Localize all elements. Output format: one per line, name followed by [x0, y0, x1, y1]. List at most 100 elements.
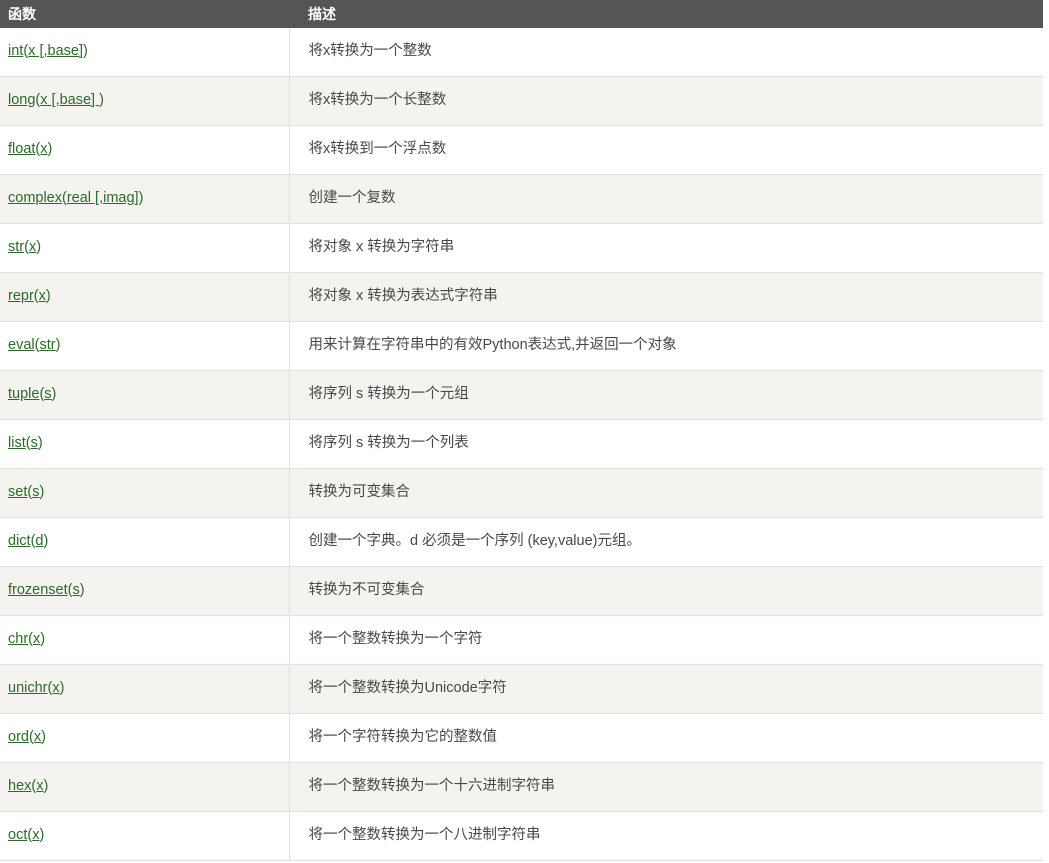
table-row: tuple(s) 将序列 s 转换为一个元组	[0, 370, 1043, 420]
function-cell: set(s)	[0, 468, 289, 518]
table-header-row: 函数 描述	[0, 0, 1043, 28]
function-cell: tuple(s)	[0, 370, 289, 420]
table-row: str(x) 将对象 x 转换为字符串	[0, 223, 1043, 273]
description-cell: 将一个整数转换为一个字符	[288, 615, 1043, 665]
function-token-underlined: x [,base]	[40, 92, 100, 109]
table-row: int(x [,base]) 将x转换为一个整数	[0, 28, 1043, 77]
column-header-description: 描述	[289, 0, 1043, 28]
description-cell: 将一个字符转换为它的整数值	[288, 713, 1043, 763]
table-header: 函数 描述	[0, 0, 1043, 28]
function-token-plain: )	[55, 337, 61, 354]
function-link[interactable]: long(x [,base] )	[8, 92, 104, 108]
description-cell: 将一个整数转换为一个十六进制字符串	[288, 762, 1043, 812]
function-cell: chr(x)	[0, 615, 289, 665]
function-link[interactable]: eval(str)	[8, 337, 60, 353]
function-token-plain: )	[99, 92, 104, 109]
function-cell: long(x [,base] )	[0, 76, 289, 126]
description-cell: 将序列 s 转换为一个列表	[288, 419, 1043, 469]
function-cell: hex(x)	[0, 762, 289, 812]
function-token-underlined: oct	[8, 827, 28, 844]
function-reference-table-container: 函数 描述 int(x [,base]) 将x转换为一个整数 long(x [,ba…	[0, 0, 1043, 861]
function-cell: int(x [,base])	[0, 28, 289, 77]
function-token-underlined: hex	[8, 778, 32, 795]
function-cell: ord(x)	[0, 713, 289, 763]
function-token-plain: )	[59, 680, 65, 697]
function-token-underlined: real [,imag]	[66, 190, 139, 207]
table-row: oct(x) 将一个整数转换为一个八进制字符串	[0, 811, 1043, 861]
function-link[interactable]: complex(real [,imag])	[8, 190, 143, 206]
table-row: dict(d) 创建一个字典。d 必须是一个序列 (key,value)元组。	[0, 517, 1043, 567]
function-token-underlined: int	[8, 43, 24, 60]
description-cell: 将x转换到一个浮点数	[288, 125, 1043, 175]
function-token-underlined: str	[8, 239, 25, 256]
function-token-underlined: x	[38, 288, 46, 305]
function-cell: eval(str)	[0, 321, 289, 371]
function-link[interactable]: ord(x)	[8, 729, 46, 745]
table-row: eval(str) 用来计算在字符串中的有效Python表达式,并返回一个对象	[0, 321, 1043, 371]
function-token-underlined: ord	[8, 729, 29, 746]
function-token-underlined: x	[52, 680, 60, 697]
function-token-underlined: d	[35, 533, 44, 550]
function-token-underlined: tuple	[8, 386, 40, 403]
function-cell: dict(d)	[0, 517, 289, 567]
function-cell: float(x)	[0, 125, 289, 175]
function-token-underlined: s	[30, 435, 38, 452]
function-token-underlined: repr	[8, 288, 34, 305]
function-link[interactable]: frozenset(s)	[8, 582, 85, 598]
function-token-underlined: complex	[8, 190, 62, 207]
table-row: set(s) 转换为可变集合	[0, 468, 1043, 518]
function-cell: complex(real [,imag])	[0, 174, 289, 224]
description-cell: 用来计算在字符串中的有效Python表达式,并返回一个对象	[288, 321, 1043, 371]
function-token-plain: )	[43, 778, 49, 795]
function-token-plain: )	[41, 729, 46, 746]
function-link[interactable]: hex(x)	[8, 778, 48, 794]
description-cell: 创建一个复数	[288, 174, 1043, 224]
function-link[interactable]: unichr(x)	[8, 680, 64, 696]
table-row: complex(real [,imag]) 创建一个复数	[0, 174, 1043, 224]
function-token-plain: )	[39, 827, 45, 844]
function-link[interactable]: tuple(s)	[8, 386, 56, 402]
function-token-underlined: x	[40, 141, 48, 158]
function-link[interactable]: oct(x)	[8, 827, 44, 843]
function-link[interactable]: set(s)	[8, 484, 44, 500]
function-token-underlined: unichr	[8, 680, 48, 697]
function-token-plain: )	[37, 435, 43, 452]
function-token-underlined: set	[8, 484, 28, 501]
function-reference-table: 函数 描述 int(x [,base]) 将x转换为一个整数 long(x [,ba…	[0, 0, 1043, 861]
table-row: float(x) 将x转换到一个浮点数	[0, 125, 1043, 175]
table-body: int(x [,base]) 将x转换为一个整数 long(x [,base] ) 将…	[0, 28, 1043, 861]
function-link[interactable]: float(x)	[8, 141, 52, 157]
description-cell: 创建一个字典。d 必须是一个序列 (key,value)元组。	[288, 517, 1043, 567]
table-row: long(x [,base] ) 将x转换为一个长整数	[0, 76, 1043, 126]
description-cell: 将x转换为一个长整数	[288, 76, 1043, 126]
function-token-underlined: list	[8, 435, 26, 452]
description-cell: 转换为不可变集合	[288, 566, 1043, 616]
function-cell: frozenset(s)	[0, 566, 289, 616]
function-link[interactable]: list(s)	[8, 435, 43, 451]
table-row: unichr(x) 将一个整数转换为Unicode字符	[0, 664, 1043, 714]
function-token-plain: )	[43, 533, 49, 550]
function-link[interactable]: dict(d)	[8, 533, 48, 549]
description-cell: 将对象 x 转换为表达式字符串	[288, 272, 1043, 322]
function-token-plain: )	[47, 141, 53, 158]
function-link[interactable]: chr(x)	[8, 631, 45, 647]
function-token-underlined: s	[72, 582, 80, 599]
table-row: hex(x) 将一个整数转换为一个十六进制字符串	[0, 762, 1043, 812]
description-cell: 将序列 s 转换为一个元组	[288, 370, 1043, 420]
function-token-plain: )	[36, 239, 42, 256]
table-row: chr(x) 将一个整数转换为一个字符	[0, 615, 1043, 665]
function-token-underlined: long	[8, 92, 36, 109]
column-header-function: 函数	[0, 0, 289, 28]
table-row: frozenset(s) 转换为不可变集合	[0, 566, 1043, 616]
function-token-underlined: chr	[8, 631, 29, 648]
function-token-plain: )	[51, 386, 57, 403]
function-link[interactable]: int(x [,base])	[8, 43, 88, 59]
function-token-plain: )	[79, 582, 85, 599]
function-link[interactable]: repr(x)	[8, 288, 51, 304]
function-link[interactable]: str(x)	[8, 239, 41, 255]
table-row: ord(x) 将一个字符转换为它的整数值	[0, 713, 1043, 763]
function-token-plain: )	[45, 288, 51, 305]
description-cell: 将对象 x 转换为字符串	[288, 223, 1043, 273]
function-token-underlined: x [,base]	[28, 43, 83, 60]
function-token-plain: )	[82, 43, 88, 60]
